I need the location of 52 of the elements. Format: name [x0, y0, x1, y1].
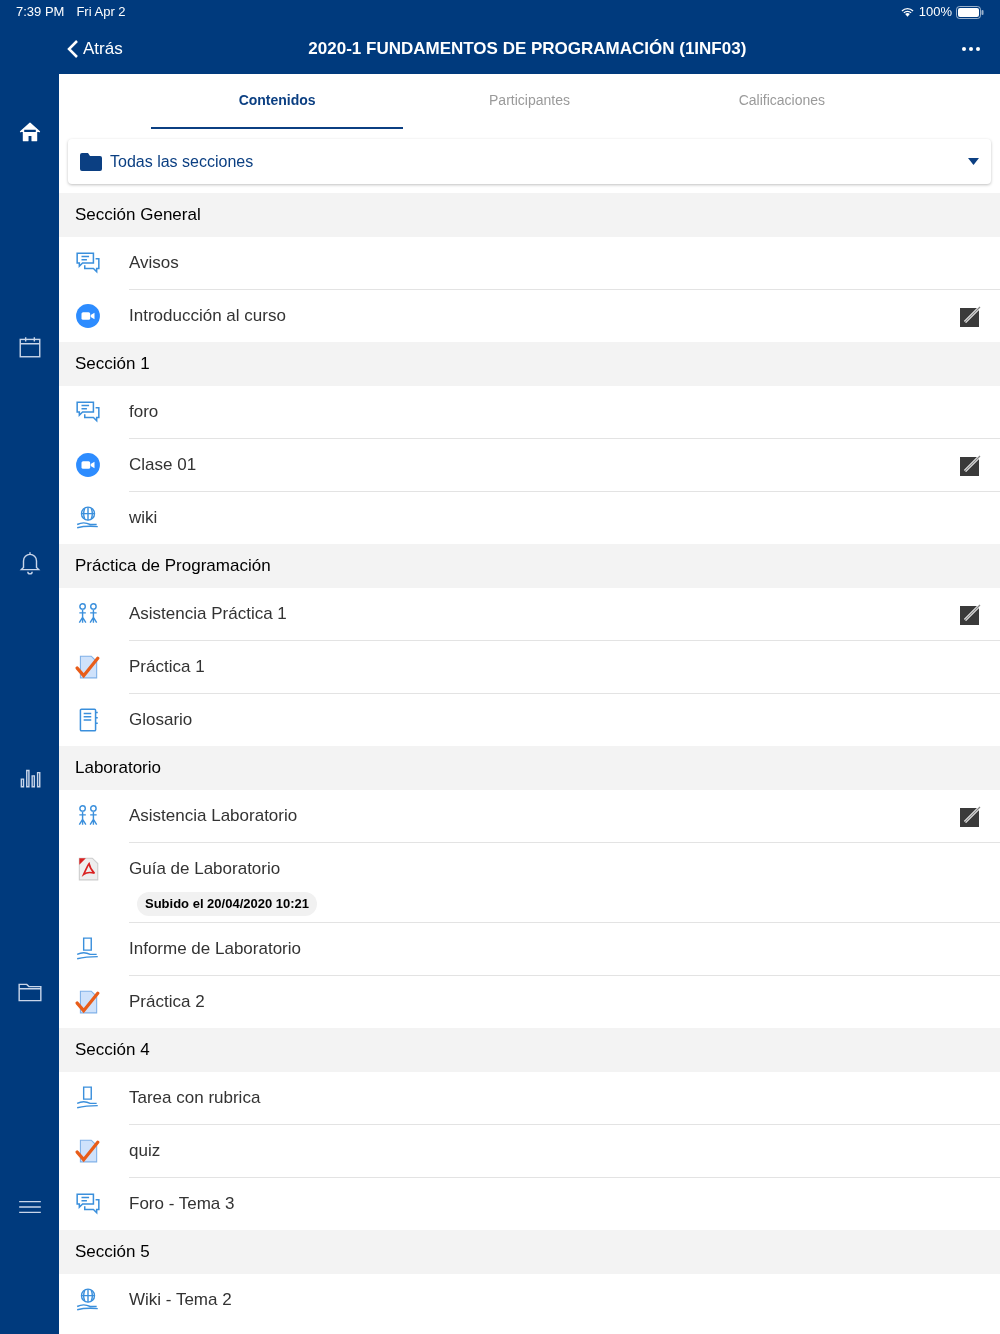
list-item[interactable]: Introducción al curso: [59, 290, 1000, 342]
section-header: Sección 4: [59, 1027, 1000, 1072]
globe-on-hand-icon: [75, 505, 101, 531]
list-item[interactable]: foro: [59, 386, 1000, 438]
chat-bubbles-icon: [75, 250, 101, 276]
more-options-icon[interactable]: [962, 47, 980, 51]
course-title: 2020-1 FUNDAMENTOS DE PROGRAMACIÓN (1INF03): [308, 38, 747, 61]
wifi-icon: [899, 6, 915, 18]
document-on-hand-icon: [75, 1084, 101, 1111]
checked-document-icon: [75, 1137, 101, 1164]
chevron-left-icon: [67, 39, 79, 59]
list-item[interactable]: quiz: [59, 1124, 1000, 1177]
back-button[interactable]: Atrás: [59, 36, 123, 62]
status-time: 7:39 PM: [16, 3, 65, 22]
globe-on-hand-icon: [75, 1286, 101, 1313]
tab[interactable]: Contenidos: [151, 74, 404, 129]
list-item[interactable]: Asistencia Práctica 1: [59, 588, 1000, 640]
status-date: Fri Apr 2: [76, 3, 126, 22]
list-item[interactable]: Asistencia Laboratorio: [59, 790, 1000, 842]
folder-icon: [80, 152, 102, 171]
section-header: Sección General: [59, 193, 1000, 237]
caret-icon: [968, 158, 979, 165]
external-link-icon[interactable]: [960, 305, 982, 327]
battery-percent: 100%: [918, 3, 952, 22]
list-item[interactable]: Glosario: [59, 694, 1000, 746]
section-header: Sección 1: [59, 342, 1000, 386]
section-header: Práctica de Programación: [59, 544, 1000, 588]
list-item[interactable]: Guía de Laboratorio: [59, 843, 1000, 895]
external-link-icon[interactable]: [960, 454, 982, 476]
list-item[interactable]: Informe de Laboratorio: [59, 922, 1000, 975]
list-item[interactable]: Práctica 1: [59, 641, 1000, 693]
list-item[interactable]: Avisos: [59, 237, 1000, 289]
chat-bubbles-icon: [75, 1190, 101, 1217]
list-item[interactable]: Wiki - Tema 2: [59, 1273, 1000, 1326]
battery-icon: [956, 5, 984, 19]
video-camera-icon: [75, 303, 101, 329]
external-link-icon[interactable]: [960, 805, 982, 827]
list-item[interactable]: Clase 01: [59, 439, 1000, 491]
section-header: Sección 5: [59, 1229, 1000, 1274]
checked-document-icon: [75, 988, 101, 1015]
section-dropdown[interactable]: Todas las secciones: [68, 139, 991, 184]
section-header: Laboratorio: [59, 746, 1000, 790]
upload-date-badge: Subido el 20/04/2020 10:21: [137, 892, 318, 916]
list-item[interactable]: Tarea con rubrica: [59, 1071, 1000, 1124]
external-link-icon[interactable]: [960, 603, 982, 625]
document-on-hand-icon: [75, 935, 101, 962]
list-item[interactable]: Foro - Tema 3: [59, 1177, 1000, 1230]
video-camera-icon: [75, 452, 101, 478]
chat-bubbles-icon: [75, 399, 101, 425]
checked-document-icon: [75, 654, 101, 680]
list-item[interactable]: wiki: [59, 492, 1000, 544]
list-item[interactable]: Práctica 2: [59, 975, 1000, 1028]
